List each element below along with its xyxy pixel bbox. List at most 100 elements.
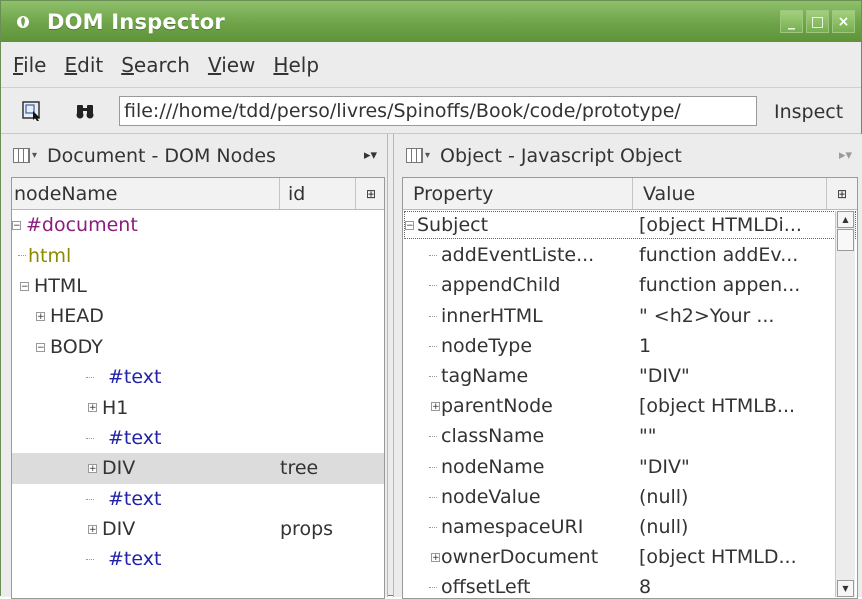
tree-connector	[429, 345, 437, 347]
expand-icon[interactable]: +	[431, 402, 440, 412]
menu-accelerator: F	[13, 53, 24, 77]
property-row[interactable]: className ""	[403, 421, 857, 451]
dom-nodes-pane-title: Document - DOM Nodes	[47, 144, 276, 167]
tree-connector	[86, 559, 94, 561]
pane-options-icon[interactable]: ▸▾	[364, 148, 377, 163]
chevron-down-icon[interactable]: ▾	[32, 150, 37, 161]
property-name: addEventListe...	[441, 244, 595, 267]
tree-row[interactable]: #text	[12, 423, 384, 453]
menu-search[interactable]: Search	[121, 53, 190, 77]
object-properties-table[interactable]: Property Value ⊞ − Subject [object HTMLDi.…	[402, 177, 858, 599]
menu-bar: File Edit Search View Help	[1, 43, 861, 88]
collapse-icon[interactable]: −	[20, 281, 29, 291]
url-input[interactable]	[119, 96, 757, 126]
tree-row[interactable]: html	[12, 240, 384, 270]
column-header-property[interactable]: Property	[403, 178, 633, 209]
tree-row[interactable]: − BODY	[12, 332, 384, 362]
collapse-icon[interactable]: −	[405, 221, 414, 231]
viewer-list-icon[interactable]	[406, 148, 423, 163]
node-name: #text	[108, 548, 162, 571]
tree-connector	[429, 466, 437, 468]
property-row[interactable]: appendChild function appen...	[403, 270, 857, 300]
property-row[interactable]: addEventListe... function addEv...	[403, 240, 857, 270]
pane-options-icon[interactable]: ▸▾	[839, 148, 852, 163]
scroll-down-icon[interactable]: ▼	[837, 580, 854, 597]
property-row[interactable]: namespaceURI (null)	[403, 512, 857, 542]
object-properties-header: Property Value ⊞	[403, 178, 857, 210]
scrollbar-thumb[interactable]	[837, 229, 854, 251]
expand-icon[interactable]: +	[88, 524, 97, 534]
menu-edit[interactable]: Edit	[64, 53, 103, 77]
property-value: 1	[639, 334, 652, 357]
chevron-down-icon[interactable]: ▾	[425, 150, 430, 161]
minimize-button[interactable]: _	[780, 10, 803, 33]
property-value: [object HTMLDi...	[639, 214, 802, 237]
menu-label: ile	[23, 53, 47, 77]
tree-connector	[429, 315, 437, 317]
dom-tree-header: nodeName id ⊞	[12, 178, 384, 210]
select-element-icon[interactable]	[21, 100, 43, 122]
node-id: props	[280, 518, 334, 541]
node-name: H1	[102, 396, 129, 419]
collapse-icon[interactable]: −	[12, 221, 21, 231]
node-name: HTML	[34, 274, 87, 297]
inspect-button[interactable]: Inspect	[774, 101, 843, 123]
property-row[interactable]: innerHTML " <h2>Your ...	[403, 301, 857, 331]
menu-view[interactable]: View	[208, 53, 255, 77]
tree-row[interactable]: #text	[12, 484, 384, 514]
property-value: [object HTMLB...	[639, 395, 796, 418]
column-picker-icon[interactable]: ⊞	[356, 178, 384, 209]
tree-row[interactable]: + HEAD	[12, 301, 384, 331]
tree-row[interactable]: + DIV props	[12, 514, 384, 544]
viewer-list-icon[interactable]	[13, 148, 30, 163]
scroll-up-icon[interactable]: ▲	[837, 211, 854, 228]
vertical-scrollbar[interactable]: ▲ ▼	[835, 211, 855, 597]
close-button[interactable]: ×	[832, 10, 855, 33]
app-logo-icon	[15, 14, 31, 30]
property-row[interactable]: tagName "DIV"	[403, 361, 857, 391]
property-row[interactable]: + ownerDocument [object HTMLD...	[403, 542, 857, 572]
property-row[interactable]: nodeType 1	[403, 331, 857, 361]
expand-icon[interactable]: +	[88, 403, 97, 413]
property-row[interactable]: offsetLeft 8	[403, 572, 857, 598]
property-row[interactable]: − Subject [object HTMLDi...	[403, 210, 857, 240]
dom-nodes-pane: ▾ Document - DOM Nodes ▸▾ nodeName id ⊞ …	[1, 134, 388, 599]
maximize-button[interactable]: □	[806, 10, 829, 33]
menu-label: dit	[77, 53, 104, 77]
expand-icon[interactable]: +	[88, 464, 97, 474]
tree-connector	[429, 436, 437, 438]
tree-row[interactable]: #text	[12, 544, 384, 574]
column-header-id[interactable]: id	[280, 178, 356, 209]
find-binoculars-icon[interactable]	[74, 100, 96, 122]
menu-help[interactable]: Help	[273, 53, 319, 77]
expand-icon[interactable]: +	[431, 553, 440, 563]
property-value: function addEv...	[639, 244, 799, 267]
tree-row[interactable]: + H1	[12, 392, 384, 422]
property-row[interactable]: + parentNode [object HTMLB...	[403, 391, 857, 421]
property-value: "DIV"	[639, 365, 690, 388]
property-name: className	[441, 425, 545, 448]
tree-connector	[429, 375, 437, 377]
column-header-value[interactable]: Value	[633, 178, 827, 209]
tree-row[interactable]: − HTML	[12, 271, 384, 301]
menu-file[interactable]: File	[13, 53, 46, 77]
object-properties-rows: − Subject [object HTMLDi... addEventListe..…	[403, 210, 857, 598]
menu-accelerator: S	[121, 53, 134, 77]
property-row[interactable]: nodeName "DIV"	[403, 452, 857, 482]
property-name: ownerDocument	[441, 546, 599, 569]
node-name: #text	[108, 487, 162, 510]
property-row[interactable]: nodeValue (null)	[403, 482, 857, 512]
tree-row[interactable]: − #document	[12, 210, 384, 240]
property-name: nodeName	[441, 455, 545, 478]
expand-icon[interactable]: +	[36, 312, 45, 322]
property-name: nodeType	[441, 334, 533, 357]
tree-row[interactable]: #text	[12, 362, 384, 392]
tree-row[interactable]: + DIV tree	[12, 453, 384, 484]
title-bar[interactable]: DOM Inspector _ □ ×	[1, 1, 861, 42]
dom-tree[interactable]: nodeName id ⊞ − #document html − HTML + HEAD − B…	[11, 177, 385, 599]
node-name: BODY	[50, 335, 103, 358]
node-name: #document	[26, 214, 138, 237]
column-picker-icon[interactable]: ⊞	[827, 178, 857, 209]
collapse-icon[interactable]: −	[36, 342, 45, 352]
column-header-nodename[interactable]: nodeName	[12, 178, 280, 209]
